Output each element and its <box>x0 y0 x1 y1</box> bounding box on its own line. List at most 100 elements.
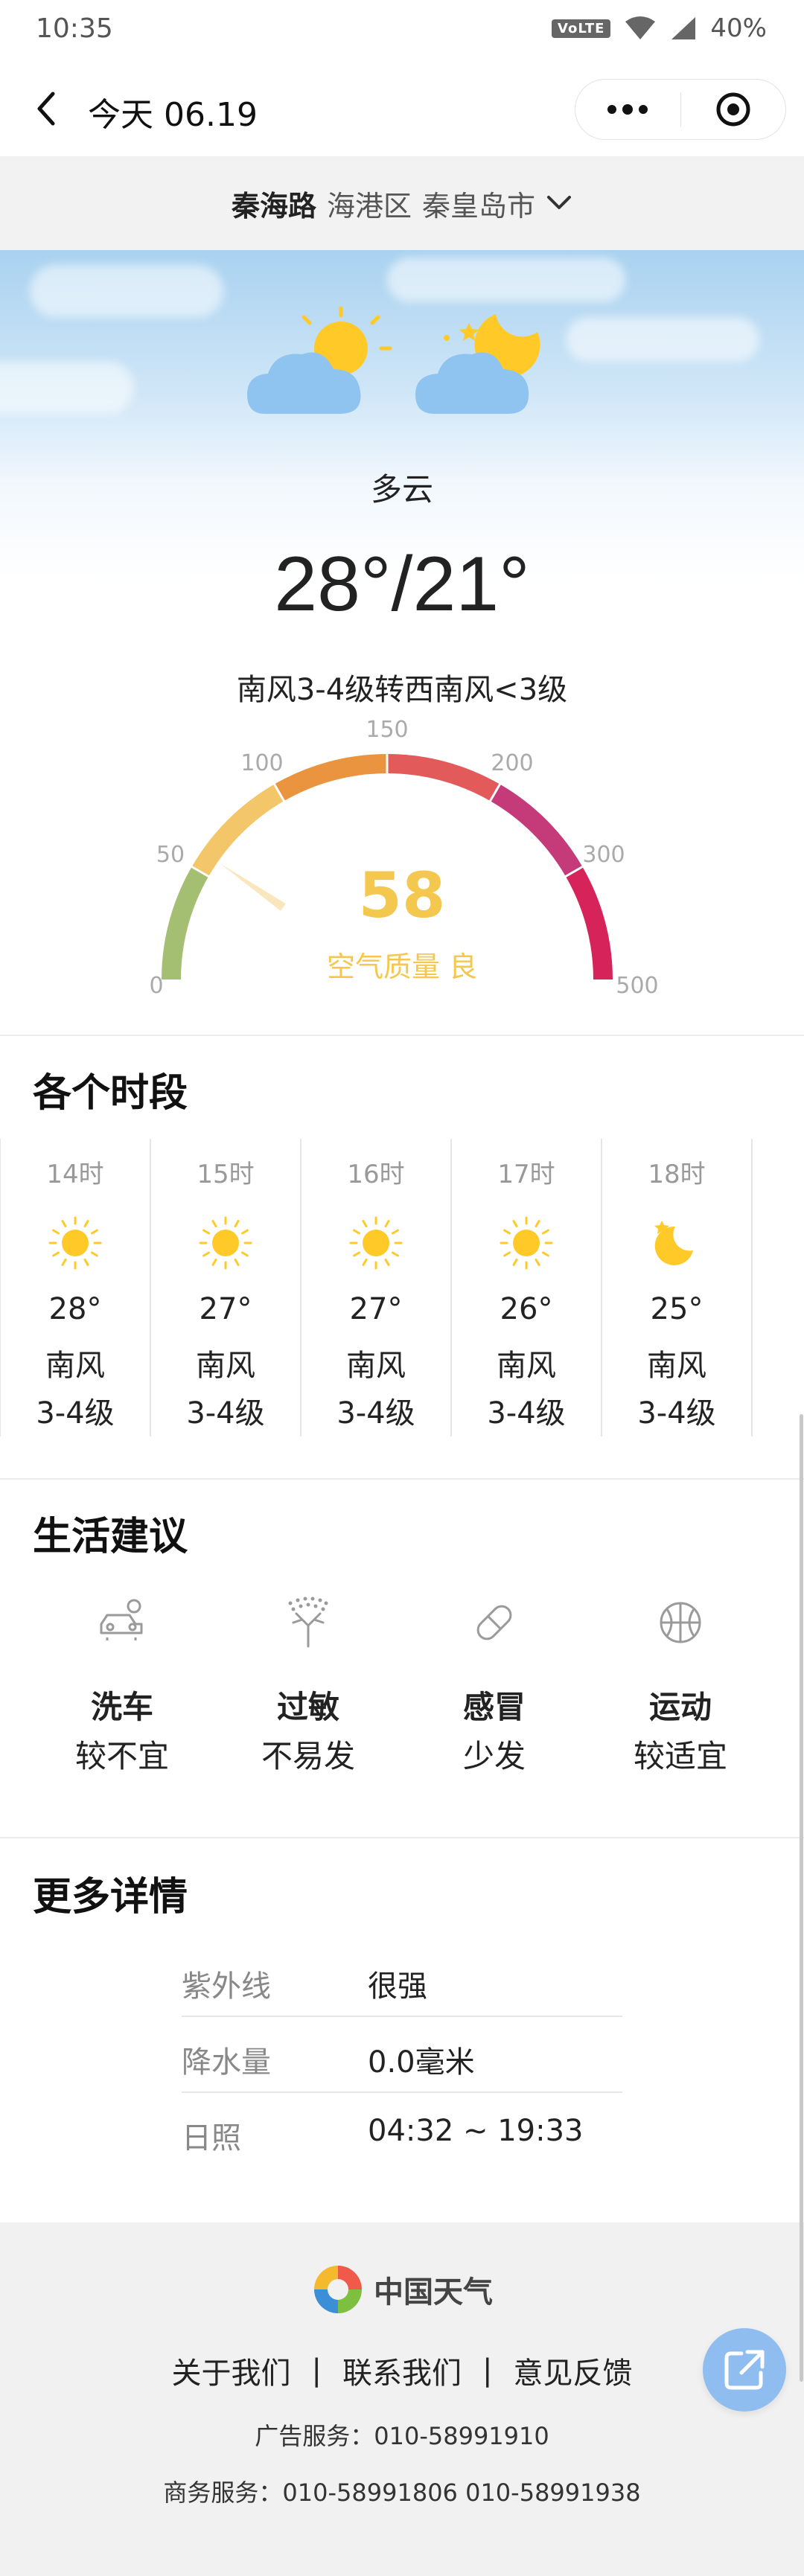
wifi-icon <box>625 16 656 39</box>
hour-icon-wrap <box>497 1213 556 1273</box>
night-cloudy-icon <box>415 314 540 414</box>
hour-temperature: 25° <box>650 1292 704 1326</box>
sky-cloud-decoration <box>566 317 759 362</box>
advice-value: 不易发 <box>261 1738 355 1774</box>
detail-row: 紫外线 很强 <box>182 1941 622 2017</box>
hour-time: 15时 <box>197 1160 255 1189</box>
brand-name: 中国天气 <box>374 2275 493 2310</box>
detail-value: 04:32 ~ 19:33 <box>368 2114 584 2148</box>
advice-name: 运动 <box>648 1689 712 1725</box>
advice-value: 较不宜 <box>74 1738 169 1774</box>
today-weather-icons <box>247 306 540 414</box>
hour-time: 18时 <box>648 1160 706 1189</box>
footer-brand: 中国天气 <box>0 2263 804 2316</box>
hour-wind-level: 3-4级 <box>637 1396 716 1431</box>
wind-description: 南风3-4级转西南风<3级 <box>236 673 568 707</box>
allergy-icon <box>288 1597 328 1648</box>
aqi-gauge-segment <box>386 754 500 802</box>
sky-cloud-decoration <box>30 265 223 317</box>
status-time: 10:35 <box>36 13 113 44</box>
hour-wind-level: 3-4级 <box>487 1396 566 1431</box>
advice-value: 较适宜 <box>633 1738 727 1774</box>
chevron-down-icon <box>547 196 572 209</box>
hour-wind: 南风 <box>346 1349 406 1383</box>
moon-icon <box>654 1221 693 1265</box>
link-separator: | <box>482 2353 493 2388</box>
hourly-item[interactable]: 16时 27° 南风 3-4级 <box>301 1139 451 1436</box>
ad-service-contact: 广告服务：010-58991910 <box>255 2422 549 2450</box>
section-divider <box>0 1478 804 1480</box>
advice-name: 洗车 <box>90 1689 153 1725</box>
hour-wind-level: 3-4级 <box>336 1396 415 1431</box>
footer-links: 关于我们 | 联系我们 | 意见反馈 <box>0 2349 804 2392</box>
advice-item[interactable]: 感冒 少发 <box>401 1593 587 1786</box>
hour-wind: 南 <box>752 1341 804 1384</box>
aqi-tick-label: 200 <box>491 750 533 776</box>
scrollbar[interactable] <box>800 1414 803 2382</box>
weather-condition: 多云 <box>370 471 433 508</box>
basketball-icon <box>660 1602 701 1643</box>
hour-icon-wrap <box>346 1213 406 1273</box>
feedback-link[interactable]: 意见反馈 <box>513 2349 632 2392</box>
advice-item[interactable]: 洗车 较不宜 <box>29 1593 215 1786</box>
sky-cloud-decoration <box>0 362 134 414</box>
hourly-item[interactable]: 1 南 < <box>752 1139 804 1436</box>
hourly-item[interactable]: 15时 27° 南风 3-4级 <box>150 1139 301 1436</box>
hourly-forecast-list[interactable]: 14时 28° 南风 3-4级 15时 27° 南风 3-4级 16时 27° 南风 3-4级 17时 2… <box>0 1139 804 1436</box>
sky-cloud-decoration <box>387 258 625 302</box>
advice-name: 过敏 <box>276 1689 339 1725</box>
detail-label: 紫外线 <box>182 1969 271 2004</box>
hour-time: 1 <box>752 1154 804 1183</box>
details-section-title: 更多详情 <box>33 1875 188 1920</box>
aqi-tick-label: 150 <box>366 717 408 743</box>
footer: 中国天气 关于我们 | 联系我们 | 意见反馈 广告服务：010-5899191… <box>0 2222 804 2576</box>
sun-icon <box>500 1216 553 1270</box>
business-service-contact: 商务服务：010-58991806 010-58991938 <box>163 2478 641 2507</box>
hourly-item[interactable]: 17时 26° 南风 3-4级 <box>451 1139 602 1436</box>
aqi-tick-label: 100 <box>240 750 283 776</box>
section-divider <box>0 1837 804 1838</box>
temperature-range: 28°/21° <box>274 541 530 627</box>
status-bar: 10:35 VoLTE 40% <box>0 0 804 63</box>
hourly-item[interactable]: 14时 28° 南风 3-4级 <box>0 1139 150 1436</box>
location-city: 秦皇岛市 <box>422 189 536 223</box>
page-title: 今天 06.19 <box>88 96 258 134</box>
detail-row: 日照 04:32 ~ 19:33 <box>182 2093 622 2169</box>
share-button[interactable] <box>703 2328 786 2412</box>
contact-us-link[interactable]: 联系我们 <box>342 2349 462 2392</box>
hour-wind: 南风 <box>497 1349 556 1383</box>
hour-time: 14时 <box>46 1160 104 1189</box>
location-selector[interactable]: 秦海路 海港区 秦皇岛市 <box>0 156 804 250</box>
advice-name: 感冒 <box>462 1689 526 1725</box>
location-road: 秦海路 <box>231 189 316 223</box>
hour-wind: 南风 <box>647 1349 706 1383</box>
hour-temperature: 28° <box>48 1292 102 1326</box>
share-external-icon <box>724 2350 765 2390</box>
aqi-label: 空气质量 良 <box>326 950 478 983</box>
hour-temperature: 27° <box>349 1292 403 1326</box>
life-advice-section-title: 生活建议 <box>33 1515 188 1559</box>
sun-icon <box>199 1216 252 1270</box>
target-close-icon <box>716 92 750 127</box>
advice-item[interactable]: 运动 较适宜 <box>587 1593 773 1786</box>
close-miniprogram-button[interactable] <box>681 80 786 139</box>
detail-value: 很强 <box>368 1969 427 2004</box>
aqi-value: 58 <box>358 859 446 932</box>
hour-temperature: 27° <box>199 1292 252 1326</box>
more-dots-icon <box>607 104 648 115</box>
detail-value: 0.0毫米 <box>368 2045 475 2080</box>
hourly-item[interactable]: 18时 25° 南风 3-4级 <box>602 1139 752 1436</box>
about-us-link[interactable]: 关于我们 <box>172 2349 291 2392</box>
hour-icon-wrap <box>196 1213 255 1273</box>
advice-item[interactable]: 过敏 不易发 <box>215 1593 401 1786</box>
aqi-gauge-segment <box>274 754 388 802</box>
location-district: 海港区 <box>326 189 412 223</box>
section-divider <box>0 1035 804 1036</box>
more-button[interactable] <box>575 80 680 139</box>
back-button[interactable] <box>22 85 70 132</box>
car-wash-icon <box>100 1599 143 1640</box>
day-cloudy-icon <box>247 306 392 414</box>
hour-wind-level: 3-4级 <box>186 1396 265 1431</box>
hour-wind: 南风 <box>45 1349 105 1383</box>
status-icons: VoLTE 40% <box>552 13 767 43</box>
